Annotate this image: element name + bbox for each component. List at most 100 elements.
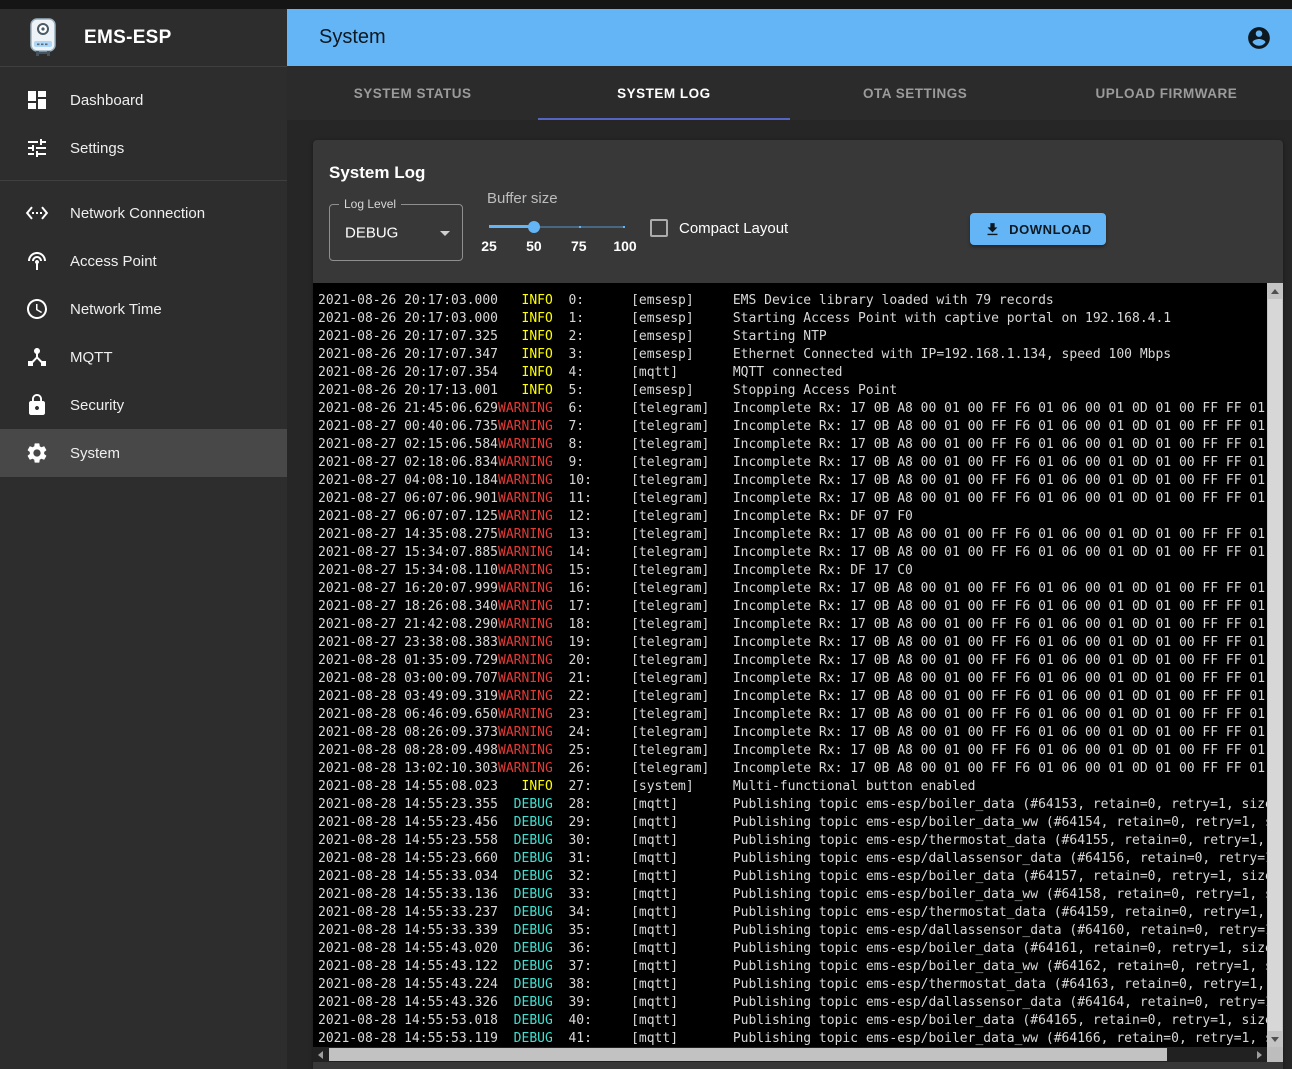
- sidebar-item-security[interactable]: Security: [0, 381, 287, 429]
- sidebar-item-label: Network Time: [70, 301, 162, 318]
- log-entry: 2021-08-28 06:46:09.650WARNING 23: [tele…: [318, 706, 1267, 724]
- log-entry: 2021-08-27 15:34:07.885WARNING 14: [tele…: [318, 544, 1267, 562]
- sidebar-item-label: System: [70, 445, 120, 462]
- vertical-scroll-thumb[interactable]: [1268, 299, 1282, 1031]
- log-entry: 2021-08-27 04:08:10.184WARNING 10: [tele…: [318, 472, 1267, 490]
- main-content: System Log Log Level DEBUG Buffer size 2…: [287, 120, 1292, 1069]
- log-entry: 2021-08-28 03:00:09.707WARNING 21: [tele…: [318, 670, 1267, 688]
- account-circle-icon[interactable]: [1246, 25, 1272, 51]
- log-level-select[interactable]: Log Level DEBUG: [329, 204, 463, 261]
- log-level-value: DEBUG: [345, 224, 398, 241]
- sidebar-item-label: Access Point: [70, 253, 157, 270]
- log-entry: 2021-08-27 18:26:08.340WARNING 17: [tele…: [318, 598, 1267, 616]
- dashboard-icon: [25, 88, 49, 112]
- log-entry: 2021-08-27 02:15:06.584WARNING 8: [teleg…: [318, 436, 1267, 454]
- buffer-size-label: Buffer size: [487, 190, 558, 207]
- chevron-down-icon: [440, 231, 450, 236]
- lock-icon: [25, 393, 49, 417]
- log-entry: 2021-08-28 14:55:23.355 DEBUG 28: [mqtt]…: [318, 796, 1267, 814]
- tune-icon: [25, 136, 49, 160]
- tab-ota-settings[interactable]: OTA SETTINGS: [790, 66, 1041, 120]
- clock-icon: [25, 297, 49, 321]
- sidebar-item-system[interactable]: System: [0, 429, 287, 477]
- log-entry: 2021-08-26 20:17:07.325 INFO 2: [emsesp]…: [318, 328, 1267, 346]
- log-entry: 2021-08-26 20:17:07.354 INFO 4: [mqtt] M…: [318, 364, 1267, 382]
- log-entry: 2021-08-28 14:55:43.224 DEBUG 38: [mqtt]…: [318, 976, 1267, 994]
- device-hub-icon: [25, 345, 49, 369]
- log-entry: 2021-08-28 14:55:33.339 DEBUG 35: [mqtt]…: [318, 922, 1267, 940]
- log-entry: 2021-08-28 08:26:09.373WARNING 24: [tele…: [318, 724, 1267, 742]
- sidebar-item-dashboard[interactable]: Dashboard: [0, 76, 287, 124]
- log-entry: 2021-08-28 14:55:33.136 DEBUG 33: [mqtt]…: [318, 886, 1267, 904]
- log-entry: 2021-08-28 14:55:23.660 DEBUG 31: [mqtt]…: [318, 850, 1267, 868]
- buffer-size-slider[interactable]: [489, 220, 625, 234]
- log-entry: 2021-08-26 20:17:03.000 INFO 1: [emsesp]…: [318, 310, 1267, 328]
- download-button[interactable]: DOWNLOAD: [970, 213, 1106, 245]
- log-entry: 2021-08-27 23:38:08.383WARNING 19: [tele…: [318, 634, 1267, 652]
- log-entry: 2021-08-28 14:55:53.018 DEBUG 40: [mqtt]…: [318, 1012, 1267, 1030]
- triangle-up-icon: [1271, 289, 1279, 294]
- log-entry: 2021-08-27 21:42:08.290WARNING 18: [tele…: [318, 616, 1267, 634]
- log-lines: 2021-08-26 20:17:03.000 INFO 0: [emsesp]…: [313, 283, 1267, 1047]
- log-entry: 2021-08-28 14:55:43.122 DEBUG 37: [mqtt]…: [318, 958, 1267, 976]
- sidebar: EMS-ESP Dashboard Settings Network Conne…: [0, 9, 287, 1069]
- tab-bar: SYSTEM STATUS SYSTEM LOG OTA SETTINGS UP…: [287, 66, 1292, 120]
- scroll-left-button[interactable]: [313, 1047, 328, 1062]
- tab-system-log[interactable]: SYSTEM LOG: [538, 66, 789, 120]
- tab-upload-firmware[interactable]: UPLOAD FIRMWARE: [1041, 66, 1292, 120]
- triangle-left-icon: [318, 1051, 323, 1059]
- tab-system-status[interactable]: SYSTEM STATUS: [287, 66, 538, 120]
- vertical-scrollbar[interactable]: [1267, 283, 1283, 1047]
- log-entry: 2021-08-27 02:18:06.834WARNING 9: [teleg…: [318, 454, 1267, 472]
- log-entry: 2021-08-27 15:34:08.110WARNING 15: [tele…: [318, 562, 1267, 580]
- sidebar-item-access-point[interactable]: Access Point: [0, 237, 287, 285]
- boiler-logo-icon: [27, 17, 59, 59]
- slider-thumb[interactable]: [528, 221, 540, 233]
- log-entry: 2021-08-28 14:55:33.237 DEBUG 34: [mqtt]…: [318, 904, 1267, 922]
- slider-tick-label: 75: [571, 238, 587, 254]
- gear-icon: [25, 441, 49, 465]
- log-entry: 2021-08-26 21:45:06.629WARNING 6: [teleg…: [318, 400, 1267, 418]
- scroll-right-button[interactable]: [1252, 1047, 1267, 1062]
- log-entry: 2021-08-28 01:35:09.729WARNING 20: [tele…: [318, 652, 1267, 670]
- horizontal-scrollbar[interactable]: [313, 1047, 1267, 1062]
- app-name: EMS-ESP: [84, 27, 172, 49]
- horizontal-scroll-thumb[interactable]: [329, 1048, 1167, 1061]
- log-entry: 2021-08-27 14:35:08.275WARNING 13: [tele…: [318, 526, 1267, 544]
- slider-scale: 25 50 75 100: [489, 238, 625, 256]
- log-console: 2021-08-26 20:17:03.000 INFO 0: [emsesp]…: [313, 283, 1283, 1062]
- sidebar-item-network-connection[interactable]: Network Connection: [0, 189, 287, 237]
- download-icon: [984, 221, 1001, 238]
- sidebar-item-network-time[interactable]: Network Time: [0, 285, 287, 333]
- sidebar-item-mqtt[interactable]: MQTT: [0, 333, 287, 381]
- antenna-icon: [25, 249, 49, 273]
- compact-layout-label: Compact Layout: [679, 219, 788, 238]
- log-entry: 2021-08-26 20:17:03.000 INFO 0: [emsesp]…: [318, 292, 1267, 310]
- page-title: System: [319, 26, 1246, 49]
- scroll-down-button[interactable]: [1267, 1031, 1283, 1047]
- compact-layout-checkbox[interactable]: [650, 219, 668, 237]
- log-entry: 2021-08-28 14:55:53.119 DEBUG 41: [mqtt]…: [318, 1030, 1267, 1047]
- log-entry: 2021-08-27 00:40:06.735WARNING 7: [teleg…: [318, 418, 1267, 436]
- sidebar-item-settings[interactable]: Settings: [0, 124, 287, 172]
- log-entry: 2021-08-26 20:17:07.347 INFO 3: [emsesp]…: [318, 346, 1267, 364]
- system-log-card: System Log Log Level DEBUG Buffer size 2…: [313, 140, 1283, 1069]
- sidebar-nav: Dashboard Settings Network Connection Ac…: [0, 67, 287, 477]
- download-button-label: DOWNLOAD: [1009, 222, 1092, 237]
- log-entry: 2021-08-27 06:07:06.901WARNING 11: [tele…: [318, 490, 1267, 508]
- app-header: System: [287, 9, 1292, 66]
- log-entry: 2021-08-27 16:20:07.999WARNING 16: [tele…: [318, 580, 1267, 598]
- slider-tick-label: 25: [481, 238, 497, 254]
- ethernet-icon: [25, 201, 49, 225]
- scrollbar-corner: [1267, 1047, 1283, 1062]
- log-entry: 2021-08-28 14:55:43.020 DEBUG 36: [mqtt]…: [318, 940, 1267, 958]
- log-entry: 2021-08-28 14:55:33.034 DEBUG 32: [mqtt]…: [318, 868, 1267, 886]
- app-logo-area: EMS-ESP: [0, 9, 287, 67]
- card-title: System Log: [329, 163, 425, 183]
- scroll-up-button[interactable]: [1267, 283, 1283, 299]
- sidebar-item-label: Network Connection: [70, 205, 205, 222]
- log-entry: 2021-08-28 13:02:10.303WARNING 26: [tele…: [318, 760, 1267, 778]
- log-entry: 2021-08-28 14:55:08.023 INFO 27: [system…: [318, 778, 1267, 796]
- slider-tick-label: 100: [613, 238, 636, 254]
- sidebar-divider: [0, 180, 287, 181]
